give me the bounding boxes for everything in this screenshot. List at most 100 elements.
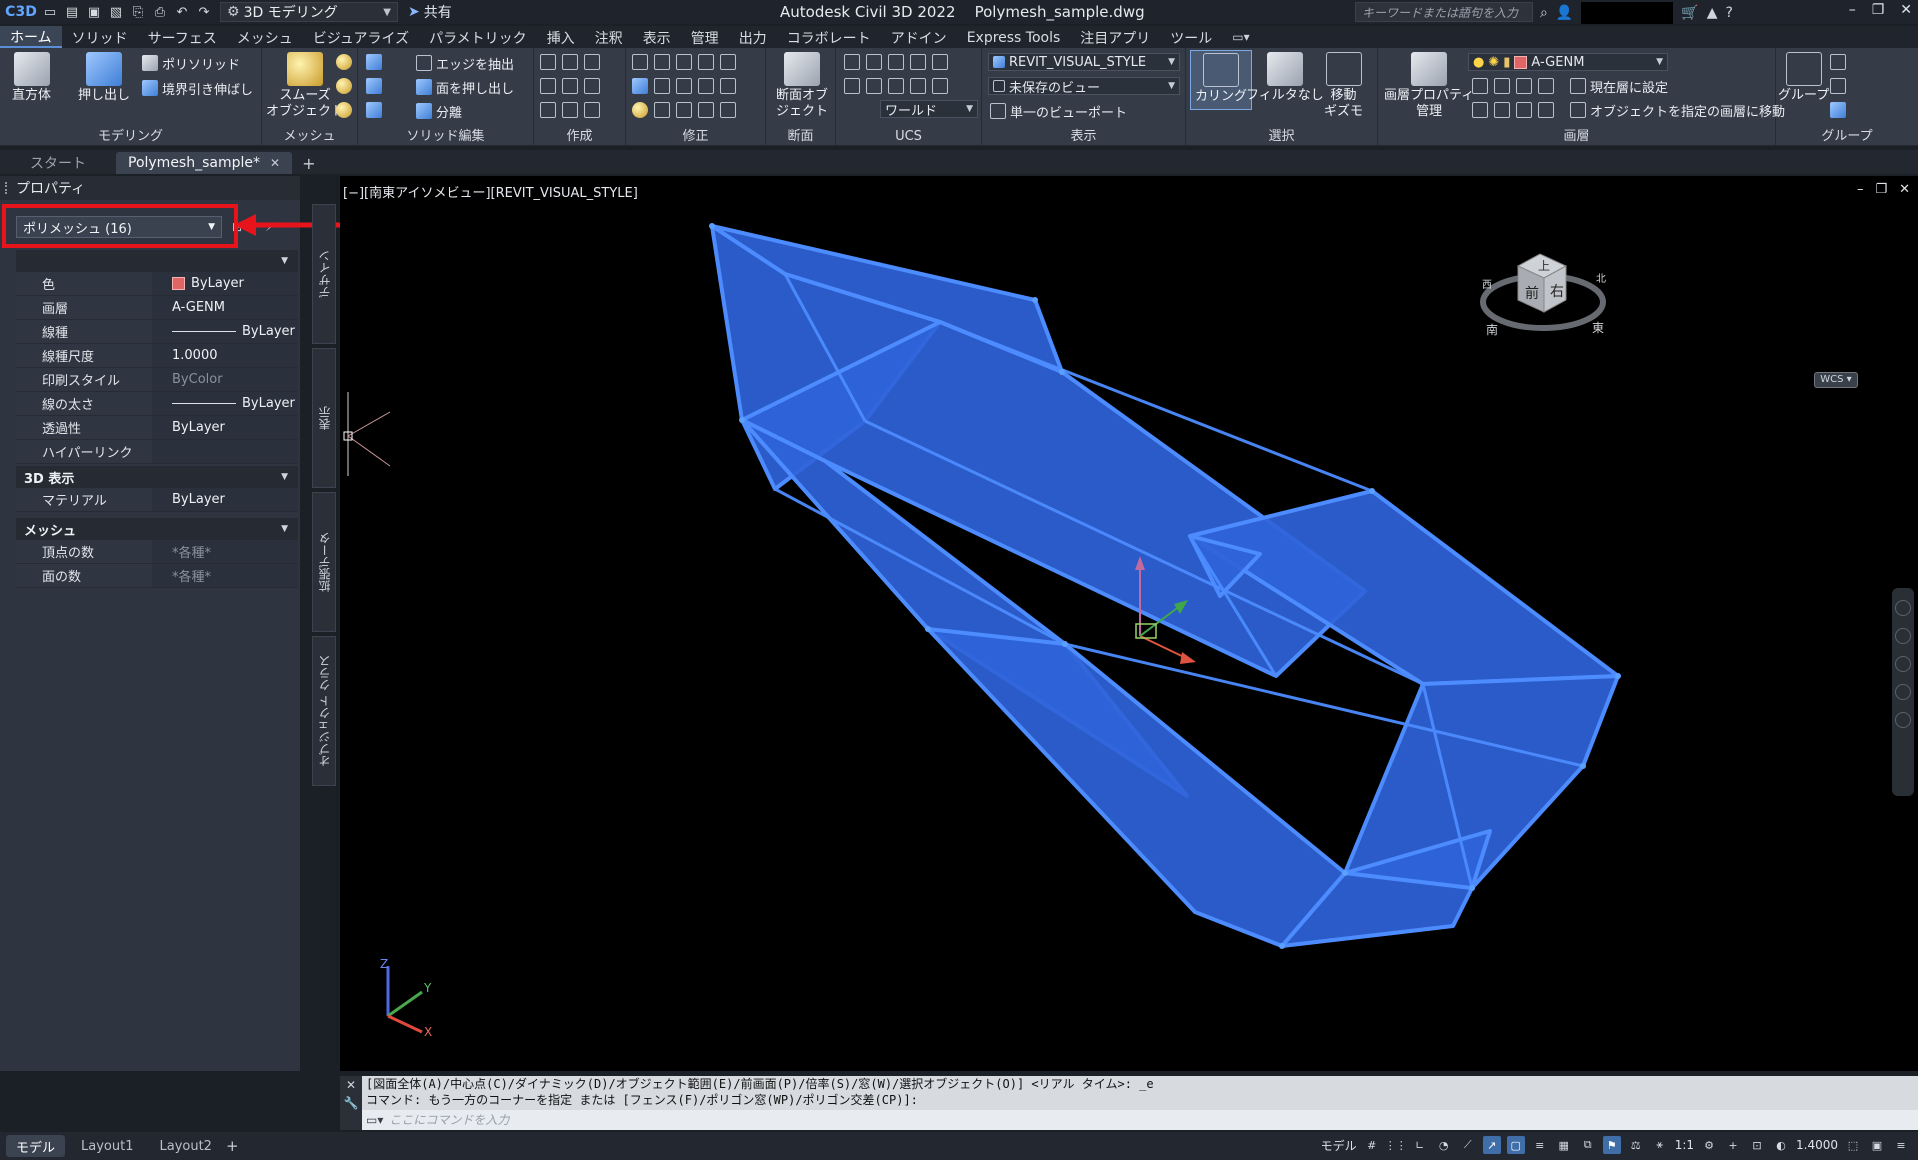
tab-collaborate[interactable]: コラボレート (777, 26, 881, 48)
group-edit-icon[interactable] (1830, 78, 1846, 94)
polar-icon[interactable]: ◔ (1435, 1136, 1453, 1154)
layer-properties-button[interactable]: 画層プロパティ 管理 (1384, 52, 1474, 120)
culling-button[interactable]: カリング (1190, 50, 1253, 110)
tab-current-drawing[interactable]: Polymesh_sample* ✕ (116, 152, 293, 174)
prop-row-lineweight[interactable]: 線の太さ ByLayer (16, 392, 298, 416)
tab-express-tools[interactable]: Express Tools (957, 26, 1071, 48)
side-tab-display[interactable]: 表示 (312, 348, 336, 488)
prop-row-color[interactable]: 色 ByLayer (16, 272, 298, 296)
tab-mesh[interactable]: メッシュ (227, 26, 303, 48)
prop-row-face-count[interactable]: 面の数 *各種* (16, 564, 298, 588)
zoom-icon[interactable] (1895, 656, 1911, 672)
viewcube-top-face[interactable]: 上 (1538, 259, 1550, 273)
prop-row-hyperlink[interactable]: ハイパーリンク (16, 440, 298, 464)
3d-align-icon[interactable] (654, 54, 670, 70)
annotation-scale-value[interactable]: 1:1 (1675, 1138, 1694, 1152)
tab-tools[interactable]: ツール (1160, 26, 1222, 48)
move-icon[interactable] (676, 54, 692, 70)
app-logo[interactable]: C3D (4, 2, 38, 22)
group-section-title[interactable]: 断面 (766, 128, 835, 146)
tab-view[interactable]: 表示 (633, 26, 681, 48)
showmotion-icon[interactable] (1895, 712, 1911, 728)
side-tab-design[interactable]: デザイン (312, 204, 336, 344)
join-icon[interactable] (698, 102, 714, 118)
lineweight-value[interactable]: 1.4000 (1796, 1138, 1838, 1152)
ucs-face-icon[interactable] (932, 54, 948, 70)
copy-icon[interactable] (698, 54, 714, 70)
group-modeling-title[interactable]: モデリング (0, 128, 261, 146)
steering-wheel-icon[interactable] (1895, 600, 1911, 616)
viewcube-right-face[interactable]: 右 (1550, 284, 1564, 300)
layer-lock-icon[interactable] (1538, 78, 1554, 94)
prop-row-linetype-scale[interactable]: 線種尺度 1.0000 (16, 344, 298, 368)
compass-north[interactable]: 北 (1596, 273, 1606, 285)
ucs-named-dropdown[interactable]: ワールド ▼ (880, 100, 978, 119)
layer-off-icon[interactable] (1472, 78, 1488, 94)
side-tab-object-class[interactable]: オブジェクト クラス (312, 636, 336, 786)
ucs-y-icon[interactable] (888, 78, 904, 94)
tab-featured-apps[interactable]: 注目アプリ (1070, 26, 1160, 48)
compass-east[interactable]: 東 (1592, 321, 1604, 335)
compass-west[interactable]: 西 (1482, 280, 1492, 291)
extract-edges-button[interactable]: エッジを抽出 (416, 53, 514, 73)
drag-handle[interactable] (5, 182, 9, 194)
union-icon[interactable] (366, 54, 382, 70)
3d-array-icon[interactable] (654, 78, 670, 94)
group-solid-edit-title[interactable]: ソリッド編集 (358, 128, 533, 146)
help-icon[interactable]: ? (1726, 5, 1733, 21)
mesh-refine-icon[interactable] (336, 102, 352, 118)
prop-row-layer[interactable]: 画層 A-GENM (16, 296, 298, 320)
mesh-smooth-less-icon[interactable] (336, 78, 352, 94)
orbit-icon[interactable] (1895, 684, 1911, 700)
ortho-icon[interactable]: ∟ (1411, 1136, 1429, 1154)
tab-insert[interactable]: 挿入 (537, 26, 585, 48)
object-snap-tracking-icon[interactable]: ↗ (1482, 1136, 1501, 1154)
wrench-icon[interactable]: 🔧 (344, 1096, 359, 1110)
box-button[interactable]: 直方体 (12, 52, 51, 104)
mirror-icon[interactable] (632, 54, 648, 70)
mesh-smooth-more-icon[interactable] (336, 54, 352, 70)
solid-fillet-icon[interactable] (632, 78, 648, 94)
polymesh-model[interactable]: Z Y X (340, 176, 1918, 1071)
xline-icon[interactable] (562, 78, 578, 94)
extrude-button[interactable]: 押し出し (78, 52, 130, 104)
ribbon-display-toggle[interactable]: ▭▾ (1232, 26, 1249, 48)
layer-unisolate-icon[interactable] (1494, 102, 1510, 118)
explode-icon[interactable] (676, 102, 692, 118)
tab-visualize[interactable]: ビジュアライズ (303, 26, 419, 48)
group-button[interactable]: グループ (1778, 52, 1829, 104)
prop-row-linetype[interactable]: 線種 ByLayer (16, 320, 298, 344)
ucs-z-icon[interactable] (910, 78, 926, 94)
transparency-icon[interactable]: ▦ (1555, 1136, 1573, 1154)
layout-tab-layout2[interactable]: Layout2 (149, 1135, 221, 1157)
category-3d-view[interactable]: 3D 表示 ▼ (16, 466, 298, 488)
annotation-visibility-icon[interactable]: ⚑ (1602, 1136, 1621, 1154)
workspace-switcher[interactable]: ⚙ 3D モデリング ▼ (220, 2, 398, 22)
spline-icon[interactable] (562, 54, 578, 70)
redo-icon[interactable]: ↷ (194, 2, 214, 22)
layer-unlock-icon[interactable] (1538, 102, 1554, 118)
tab-surface[interactable]: サーフェス (138, 26, 227, 48)
trim-icon[interactable] (720, 54, 736, 70)
group-select-icon[interactable] (1830, 102, 1846, 118)
maximize-icon[interactable]: ❐ (1872, 2, 1885, 18)
properties-header[interactable]: プロパティ (0, 176, 300, 200)
set-current-layer-button[interactable]: 現在層に設定 (1570, 76, 1668, 96)
tab-home[interactable]: ホーム (0, 26, 62, 48)
layer-isolate-icon[interactable] (1494, 78, 1510, 94)
autodesk-icon[interactable]: ▲ (1707, 5, 1718, 21)
close-icon[interactable]: ✕ (346, 1078, 356, 1092)
layer-dropdown[interactable]: ● ✺ ▮ A-GENM ▼ (1468, 53, 1668, 71)
presspull-button[interactable]: 境界引き伸ばし (142, 78, 253, 98)
array-icon[interactable] (720, 102, 736, 118)
side-tab-extended-data[interactable]: 拡張データ (312, 492, 336, 632)
customize-icon[interactable]: ≡ (1892, 1136, 1910, 1154)
group-layers-title[interactable]: 画層 (1378, 128, 1775, 146)
save-icon[interactable]: ▣ (84, 2, 104, 22)
polygon-icon[interactable] (540, 102, 556, 118)
erase-icon[interactable] (632, 102, 648, 118)
ucs-3point-icon[interactable] (888, 54, 904, 70)
close-icon[interactable]: ✕ (270, 156, 280, 170)
saveas-icon[interactable]: ▧ (106, 2, 126, 22)
mesh-face-bottom[interactable] (926, 627, 1347, 948)
